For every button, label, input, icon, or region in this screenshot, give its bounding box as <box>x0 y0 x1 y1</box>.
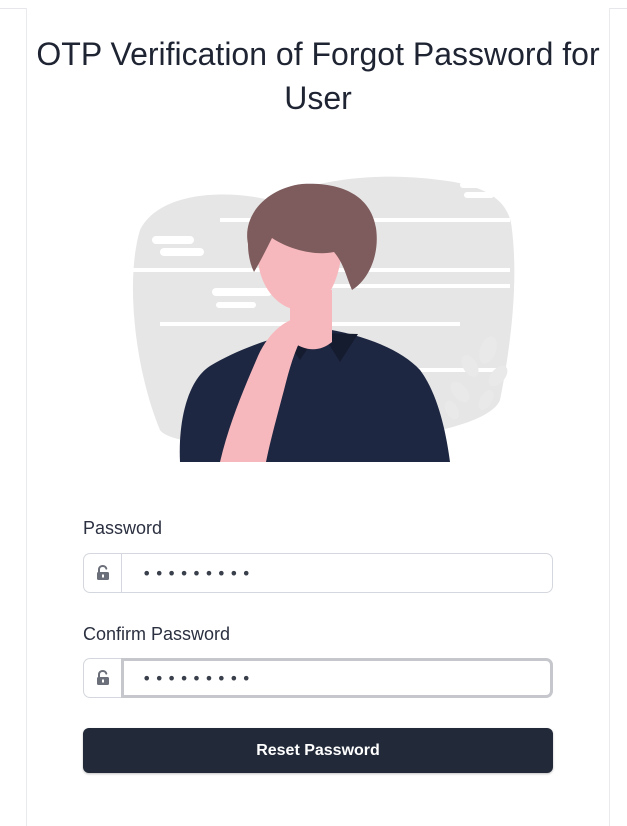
confirm-password-input[interactable] <box>121 658 553 698</box>
cloud <box>152 236 194 244</box>
page: OTP Verification of Forgot Password for … <box>0 0 627 826</box>
backdrop-stripe <box>320 284 510 288</box>
password-input-group <box>83 553 553 593</box>
password-label: Password <box>83 518 163 538</box>
confirm-password-label: Confirm Password <box>83 624 231 644</box>
unlock-icon <box>83 658 121 698</box>
reset-password-button[interactable]: Reset Password <box>83 728 553 773</box>
password-input[interactable] <box>121 553 553 593</box>
thinking-person-illustration <box>125 176 515 462</box>
unlock-icon <box>83 553 121 593</box>
hand <box>292 300 322 326</box>
cloud <box>216 302 256 308</box>
confirm-password-input-group <box>83 658 553 698</box>
cloud <box>460 182 500 188</box>
page-title: OTP Verification of Forgot Password for … <box>36 36 600 116</box>
cloud <box>160 248 204 256</box>
cloud <box>212 288 272 296</box>
cloud <box>464 192 494 198</box>
